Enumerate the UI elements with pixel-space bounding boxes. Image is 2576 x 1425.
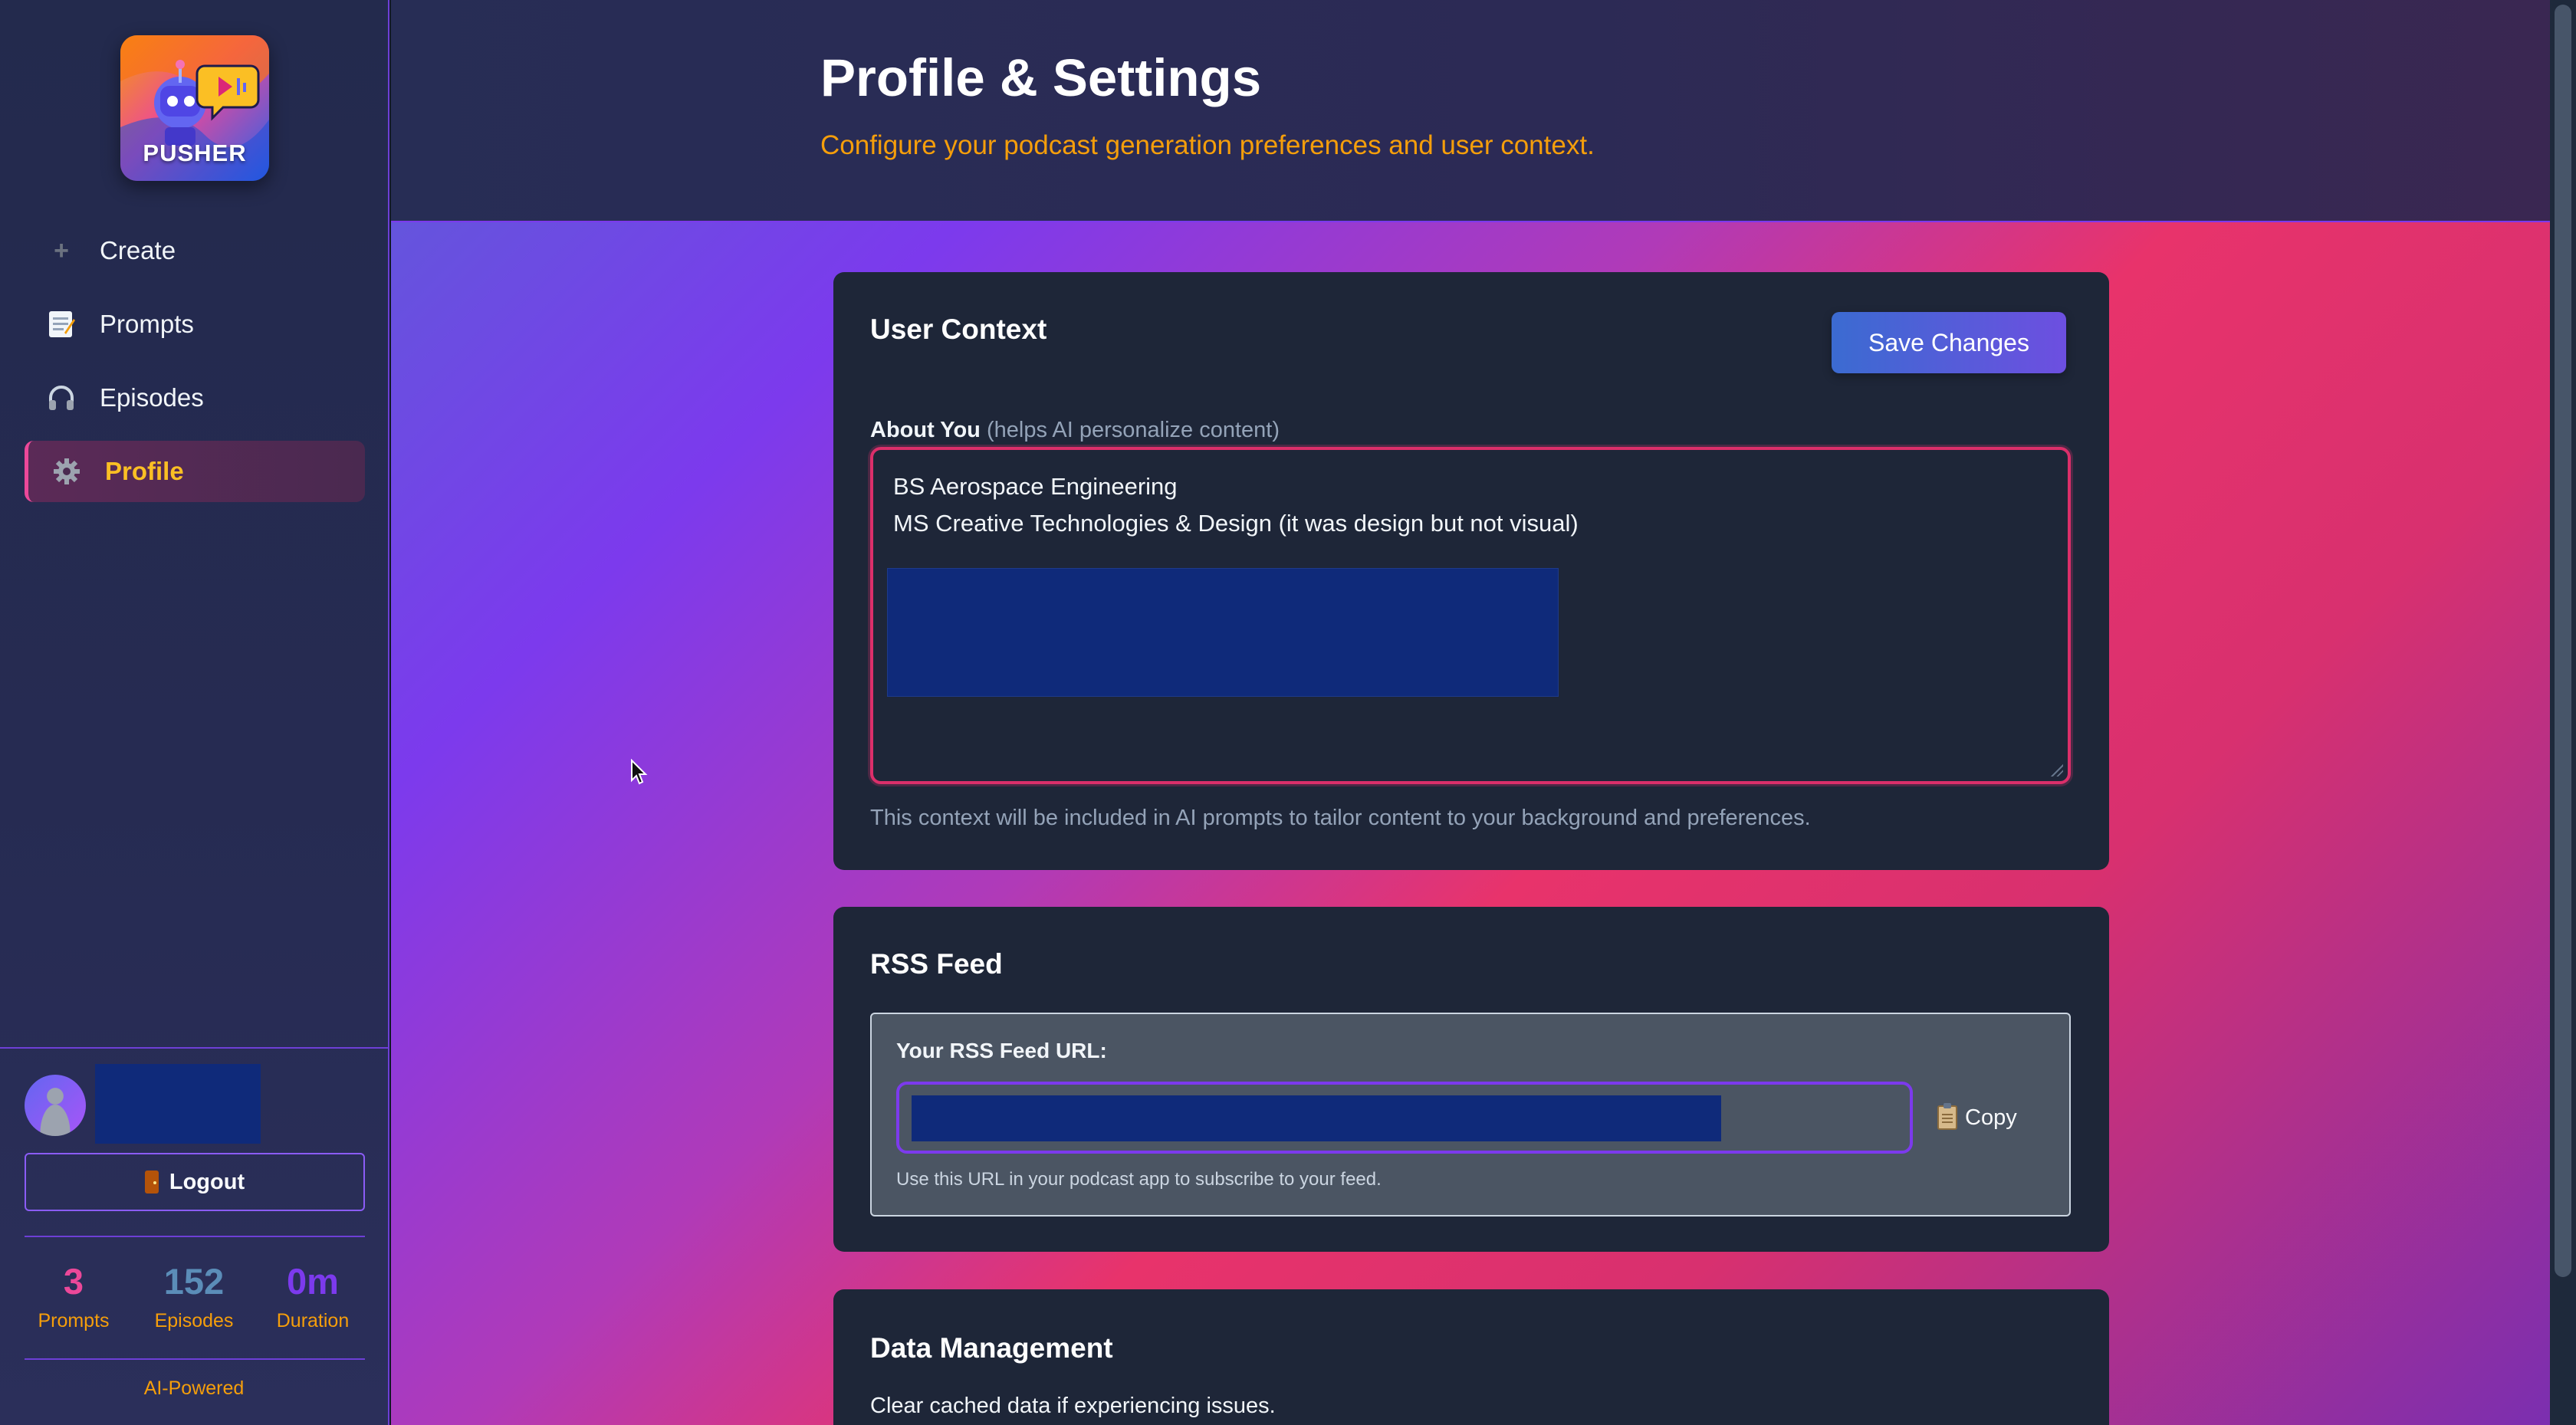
- copy-label: Copy: [1965, 1105, 2017, 1130]
- stat-label: Duration: [276, 1310, 350, 1331]
- headphones-icon: [44, 381, 78, 415]
- rss-feed-card: RSS Feed Your RSS Feed URL: Copy Use thi…: [833, 907, 2109, 1252]
- page-title: Profile & Settings: [820, 48, 1262, 107]
- sidebar-divider: [0, 1047, 388, 1049]
- mouse-cursor-icon: [631, 759, 648, 785]
- rss-url-panel: Your RSS Feed URL: Copy Use this URL in …: [870, 1013, 2071, 1217]
- avatar[interactable]: [25, 1075, 86, 1136]
- logout-button[interactable]: Logout: [25, 1153, 365, 1211]
- about-you-textarea[interactable]: BS Aerospace Engineering MS Creative Tec…: [870, 447, 2071, 784]
- sidebar-item-prompts[interactable]: Prompts: [25, 294, 365, 355]
- stat-prompts: 3 Prompts: [35, 1263, 112, 1332]
- app-logo[interactable]: PUSHER: [120, 35, 269, 181]
- redacted-url: [912, 1095, 1721, 1141]
- rss-url-input[interactable]: [896, 1082, 1913, 1154]
- copy-button[interactable]: Copy: [1937, 1098, 2017, 1137]
- page-header: Profile & Settings Configure your podcas…: [391, 0, 2550, 222]
- sidebar-item-label: Prompts: [100, 310, 194, 338]
- sidebar-divider: [25, 1358, 365, 1360]
- sidebar-item-episodes[interactable]: Episodes: [25, 367, 365, 428]
- about-you-label-text: About You: [870, 418, 981, 442]
- clipboard-icon: [1937, 1103, 1957, 1130]
- memo-icon: [44, 307, 78, 341]
- redacted-text-block: [887, 568, 1559, 697]
- rss-feed-title: RSS Feed: [870, 948, 1003, 980]
- resize-handle-icon[interactable]: [2051, 764, 2063, 777]
- sidebar-item-profile[interactable]: Profile: [25, 441, 365, 502]
- sidebar-item-create[interactable]: + Create: [25, 220, 365, 281]
- data-management-title: Data Management: [870, 1332, 1113, 1364]
- about-you-label: About You (helps AI personalize content): [870, 418, 1280, 443]
- save-changes-button[interactable]: Save Changes: [1832, 312, 2066, 373]
- stat-episodes: 152 Episodes: [146, 1263, 242, 1332]
- sidebar-divider: [25, 1236, 365, 1237]
- sidebar-item-label: Create: [100, 236, 176, 264]
- sidebar-item-label: Episodes: [100, 383, 204, 412]
- about-you-hint: (helps AI personalize content): [986, 418, 1280, 442]
- sidebar: PUSHER + Create Prompts Episodes Profile…: [0, 0, 389, 1425]
- textarea-line: BS Aerospace Engineering: [893, 473, 1178, 500]
- gear-icon: [50, 455, 84, 488]
- page-scrollbar[interactable]: [2550, 0, 2576, 1425]
- ai-powered-label: AI-Powered: [143, 1377, 245, 1399]
- page-subtitle: Configure your podcast generation prefer…: [820, 130, 1595, 160]
- stat-duration: 0m Duration: [270, 1263, 356, 1332]
- plus-icon: +: [54, 235, 69, 265]
- user-context-title: User Context: [870, 314, 1047, 345]
- stat-label: Episodes: [154, 1310, 234, 1331]
- textarea-line: MS Creative Technologies & Design (it wa…: [893, 510, 1579, 537]
- sidebar-item-label: Profile: [105, 457, 184, 485]
- data-management-description: Clear cached data if experiencing issues…: [870, 1394, 1276, 1418]
- logout-label: Logout: [169, 1169, 245, 1194]
- stat-value: 0m: [287, 1261, 339, 1302]
- stat-label: Prompts: [38, 1310, 110, 1331]
- user-context-card: User Context Save Changes About You (hel…: [833, 272, 2109, 870]
- door-icon: [144, 1171, 159, 1194]
- user-name-redacted: [95, 1064, 261, 1144]
- stat-value: 3: [63, 1261, 84, 1302]
- user-context-helper: This context will be included in AI prom…: [870, 806, 1811, 830]
- scrollbar-thumb[interactable]: [2555, 5, 2571, 1277]
- app-logo-text: PUSHER: [143, 140, 247, 166]
- rss-url-label: Your RSS Feed URL:: [896, 1039, 1107, 1062]
- data-management-card: Data Management Clear cached data if exp…: [833, 1289, 2109, 1425]
- stat-value: 152: [163, 1261, 225, 1302]
- rss-hint: Use this URL in your podcast app to subs…: [896, 1169, 1382, 1190]
- main-content: Profile & Settings Configure your podcas…: [391, 0, 2550, 1425]
